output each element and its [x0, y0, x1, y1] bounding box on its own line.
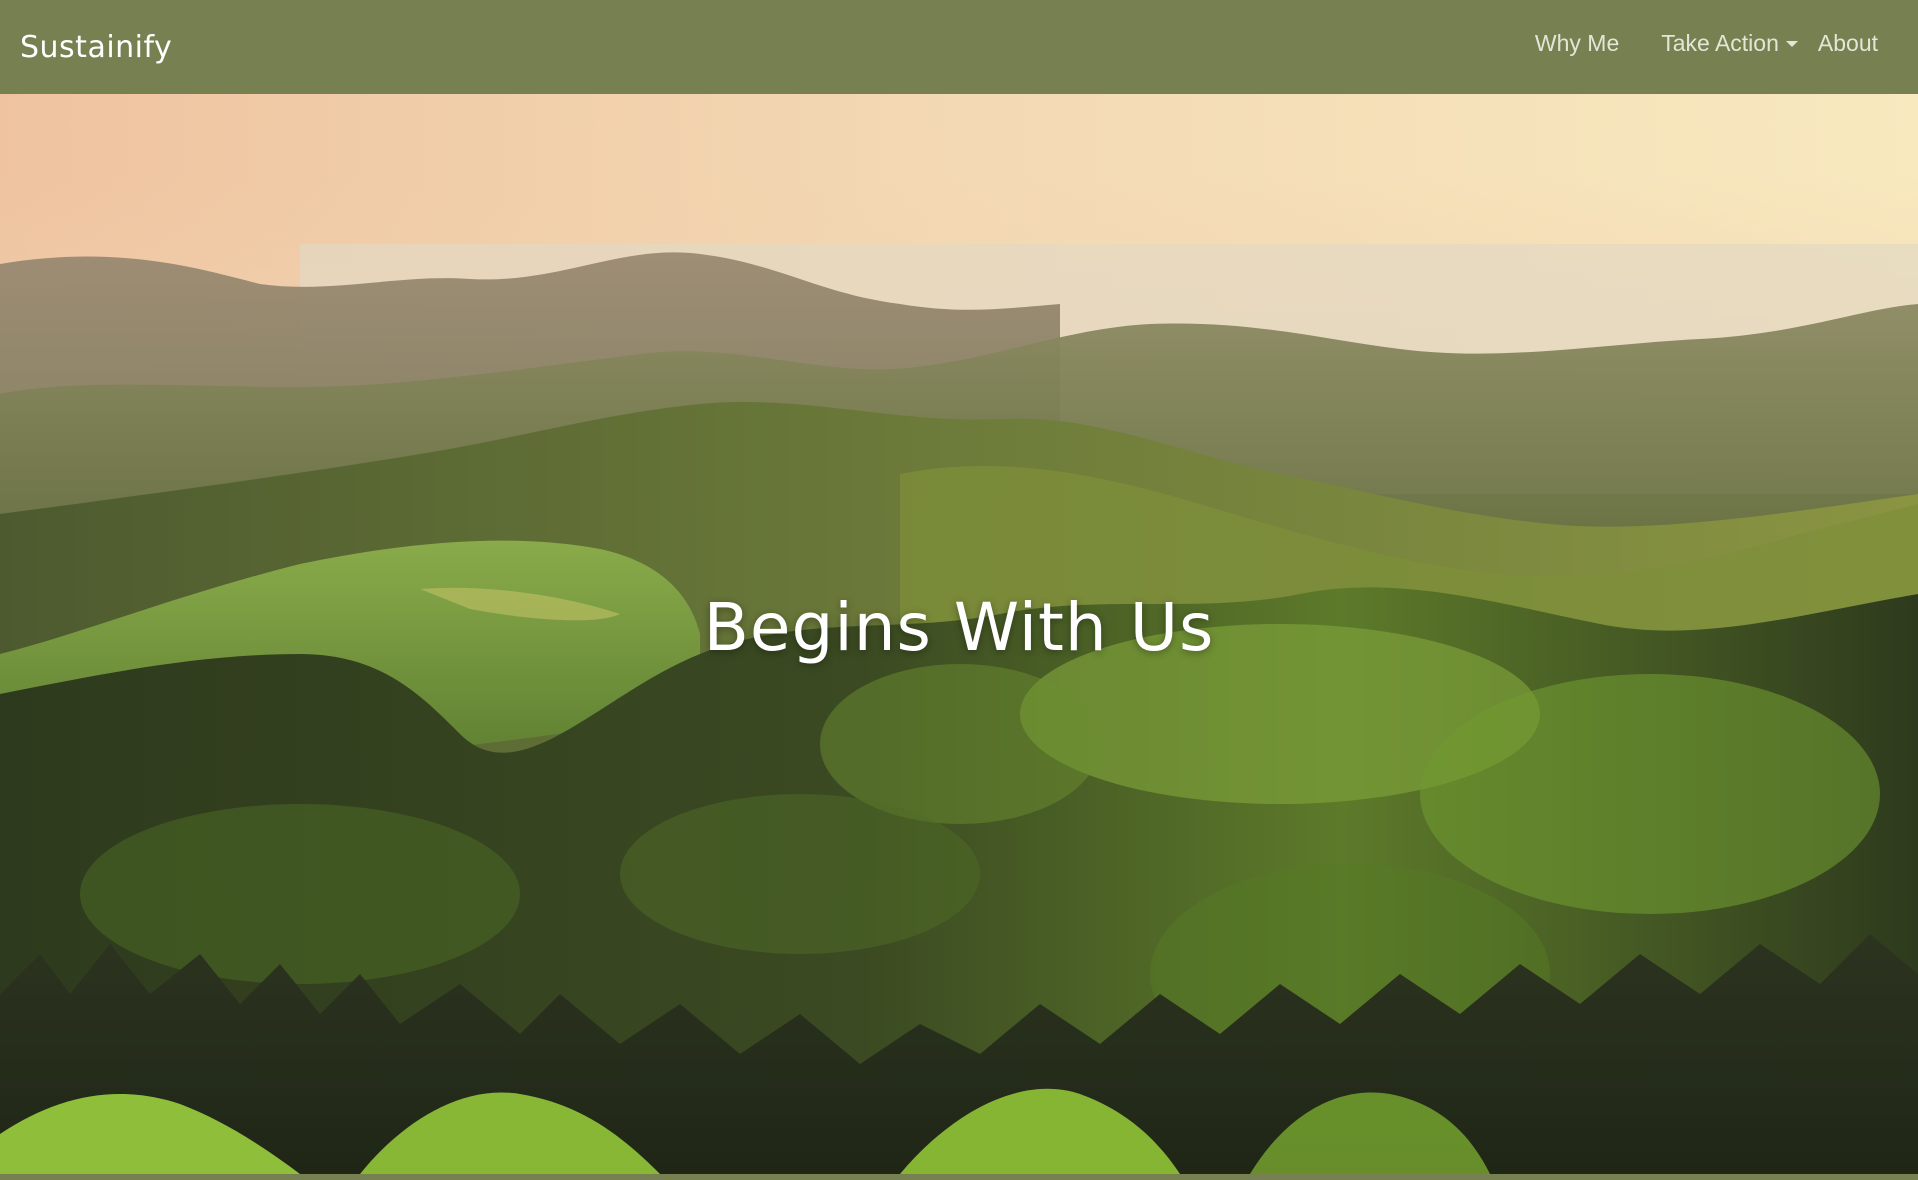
nav-link-why-me[interactable]: Why Me	[1535, 30, 1619, 57]
nav-link-take-action[interactable]: Take Action	[1661, 30, 1798, 57]
nav-links: Why Me Take Action About	[1535, 0, 1878, 86]
chevron-down-icon	[1785, 41, 1798, 47]
nav-link-about[interactable]: About	[1818, 30, 1878, 57]
nav-link-take-action-label: Take Action	[1661, 29, 1779, 56]
hero-title: Begins With Us	[703, 589, 1215, 666]
hero-section: Begins With Us	[0, 94, 1918, 1174]
bottom-divider	[0, 1174, 1918, 1180]
navbar: Sustainify Why Me Take Action About	[0, 0, 1918, 94]
brand-logo[interactable]: Sustainify	[20, 30, 172, 65]
